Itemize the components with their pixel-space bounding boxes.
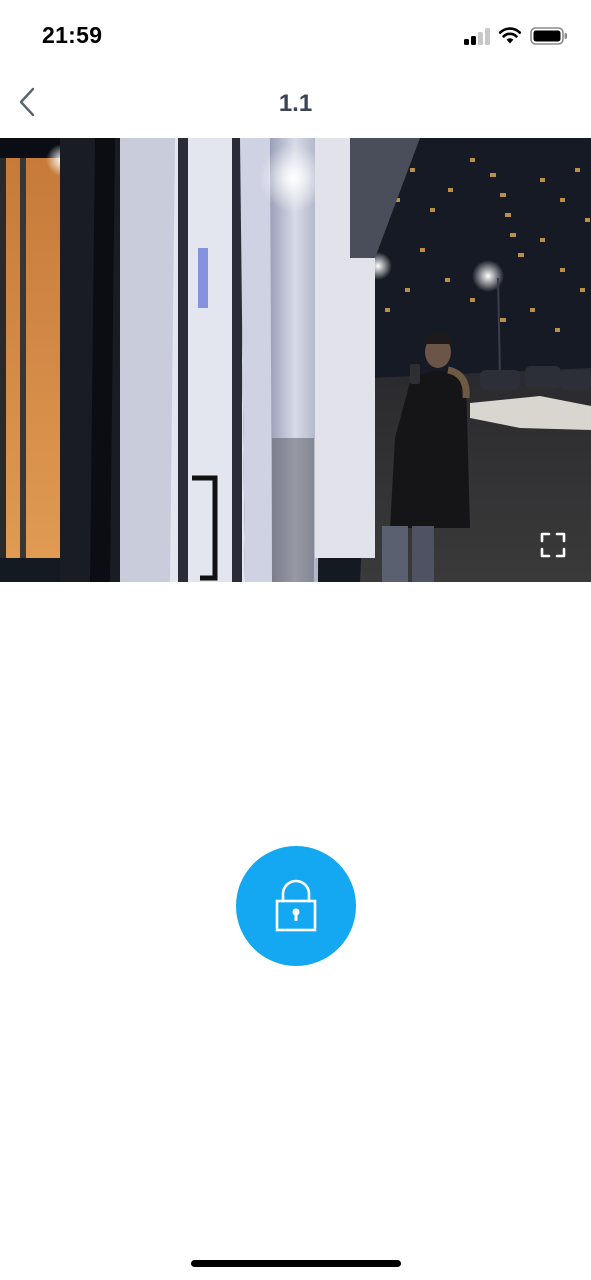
status-time: 21:59 xyxy=(42,22,103,48)
padlock-icon xyxy=(275,879,317,932)
fullscreen-button[interactable] xyxy=(538,530,568,560)
status-bar: 21:59 xyxy=(0,0,591,72)
page-title: 1.1 xyxy=(278,90,313,117)
home-indicator[interactable] xyxy=(191,1260,401,1267)
unlock-door-button[interactable] xyxy=(236,846,356,966)
cellular-signal-icon xyxy=(464,27,490,45)
camera-scene xyxy=(0,138,591,582)
fullscreen-icon xyxy=(540,532,566,558)
video-feed[interactable] xyxy=(0,138,591,582)
wifi-icon xyxy=(498,27,522,44)
battery-icon xyxy=(530,27,567,45)
nav-bar: 1.1 xyxy=(0,72,591,136)
